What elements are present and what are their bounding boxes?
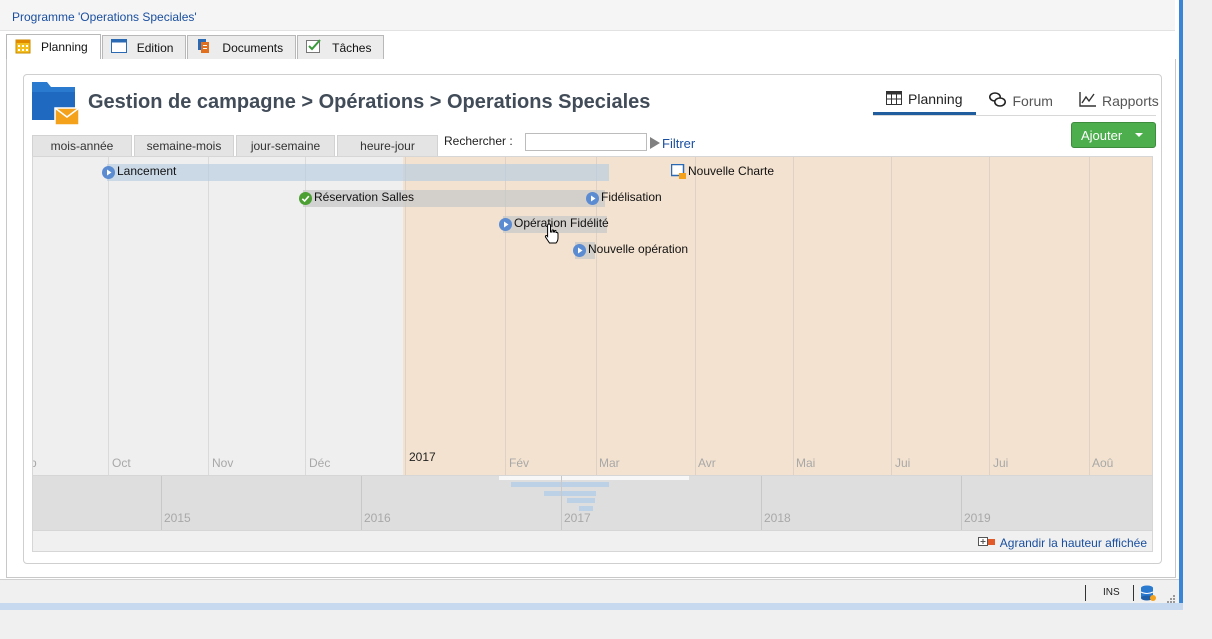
scale-tab-jour-semaine[interactable]: jour-semaine bbox=[236, 135, 335, 156]
view-tab-planning[interactable]: Planning bbox=[873, 86, 976, 115]
documents-icon bbox=[196, 38, 212, 57]
year-gridline bbox=[961, 476, 962, 530]
window-bottom-border bbox=[0, 603, 1183, 610]
overview-year-label: 2015 bbox=[164, 511, 191, 525]
database-icon[interactable] bbox=[1140, 585, 1156, 605]
search-input[interactable] bbox=[525, 133, 647, 151]
view-tab-forum[interactable]: Forum bbox=[976, 86, 1066, 115]
chart-line-icon bbox=[1079, 91, 1096, 110]
grow-link-label: Agrandir la hauteur affichée bbox=[999, 535, 1147, 550]
month-gridline bbox=[208, 157, 209, 475]
tab-label: Tâches bbox=[332, 40, 372, 55]
year-gridline bbox=[361, 476, 362, 530]
year-marker: 2017 bbox=[409, 450, 436, 464]
view-tab-label: Rapports bbox=[1101, 92, 1159, 109]
overview-bar bbox=[567, 498, 595, 503]
document-label[interactable]: Nouvelle Charte bbox=[688, 164, 774, 178]
year-gridline bbox=[561, 476, 562, 530]
month-gridline bbox=[1089, 157, 1090, 475]
month-label: Mai bbox=[796, 456, 816, 470]
play-circle-icon bbox=[586, 192, 599, 205]
play-circle-icon bbox=[573, 244, 586, 257]
overview-viewport[interactable] bbox=[499, 476, 689, 480]
view-tabs-divider bbox=[873, 115, 1156, 116]
year-gridline bbox=[761, 476, 762, 530]
search-label: Rechercher : bbox=[444, 134, 513, 148]
month-label: Nov bbox=[212, 456, 234, 470]
operation-bar-lancement[interactable] bbox=[107, 164, 609, 181]
play-arrow-icon[interactable] bbox=[650, 137, 660, 149]
month-label: Fév bbox=[509, 456, 530, 470]
month-label: Oct bbox=[112, 456, 131, 470]
task-label[interactable]: Réservation Salles bbox=[314, 190, 414, 204]
time-scale-tabs: mois-année semaine-mois jour-semaine heu… bbox=[32, 135, 440, 156]
month-gridline bbox=[989, 157, 990, 475]
tab-taches[interactable]: Tâches bbox=[297, 35, 385, 59]
status-separator bbox=[1085, 585, 1086, 601]
check-circle-icon bbox=[299, 192, 312, 205]
year-gridline bbox=[161, 476, 162, 530]
play-circle-icon bbox=[499, 218, 512, 231]
insert-mode-indicator: INS bbox=[1103, 587, 1120, 598]
grow-height-link[interactable]: Agrandir la hauteur affichée bbox=[977, 535, 1147, 550]
status-bar: INS bbox=[0, 579, 1179, 605]
caret-down-icon bbox=[1135, 133, 1143, 137]
month-label: Jui bbox=[895, 456, 911, 470]
month-gridline bbox=[891, 157, 892, 475]
view-tab-label: Planning bbox=[908, 91, 963, 107]
add-button-label: Ajouter bbox=[1081, 127, 1123, 143]
tab-label: Documents bbox=[222, 40, 284, 55]
operation-label[interactable]: Lancement bbox=[117, 164, 176, 178]
month-gridline bbox=[793, 157, 794, 475]
calendar-icon bbox=[15, 38, 31, 57]
hand-cursor-icon bbox=[544, 223, 559, 244]
month-label: Aoû bbox=[1092, 456, 1114, 470]
month-label: Déc bbox=[309, 456, 331, 470]
filter-link[interactable]: Filtrer bbox=[662, 136, 695, 151]
month-label: p bbox=[33, 456, 37, 470]
scale-tab-semaine-mois[interactable]: semaine-mois bbox=[134, 135, 234, 156]
view-tab-rapports[interactable]: Rapports bbox=[1066, 86, 1172, 115]
scale-tab-mois-annee[interactable]: mois-année bbox=[32, 135, 132, 156]
month-label: Mar bbox=[599, 456, 620, 470]
tab-planning[interactable]: Planning bbox=[6, 34, 101, 59]
timeline-overview[interactable]: 2015 2016 2017 2018 2019 bbox=[32, 476, 1153, 530]
status-separator bbox=[1133, 585, 1134, 601]
tab-label: Planning bbox=[41, 40, 88, 54]
overview-year-label: 2017 bbox=[564, 511, 591, 525]
main-tabs: Planning Edition Documents Tâches bbox=[6, 34, 385, 59]
overview-year-label: 2018 bbox=[764, 511, 791, 525]
tab-documents[interactable]: Documents bbox=[187, 35, 297, 59]
overview-bar bbox=[544, 491, 596, 496]
month-label: Jui bbox=[993, 456, 1009, 470]
campaign-folder-icon bbox=[31, 80, 81, 126]
timeline-gantt[interactable]: p Oct Nov Déc 2017 Fév Mar Avr Mai Jui J… bbox=[32, 156, 1153, 476]
calendar-grid-icon bbox=[886, 90, 902, 108]
month-label: Avr bbox=[698, 456, 716, 470]
tab-label: Edition bbox=[136, 40, 174, 55]
operation-label[interactable]: Fidélisation bbox=[601, 190, 662, 204]
add-button[interactable]: Ajouter bbox=[1071, 122, 1156, 148]
month-gridline bbox=[108, 157, 109, 475]
operation-label[interactable]: Nouvelle opération bbox=[588, 242, 688, 256]
tab-edition[interactable]: Edition bbox=[101, 35, 187, 59]
window-icon bbox=[110, 39, 127, 56]
operation-label[interactable]: Opération Fidélité bbox=[514, 216, 609, 230]
month-gridline bbox=[695, 157, 696, 475]
expand-icon bbox=[977, 535, 996, 550]
overview-year-label: 2016 bbox=[364, 511, 391, 525]
document-icon bbox=[670, 163, 687, 180]
timeline-footer: Agrandir la hauteur affichée bbox=[32, 530, 1153, 552]
overview-year-label: 2019 bbox=[964, 511, 991, 525]
overview-bar bbox=[511, 482, 609, 487]
view-tabs: Planning Forum Rapports bbox=[873, 86, 1172, 115]
forum-icon bbox=[988, 91, 1007, 110]
page-title: Gestion de campagne > Opérations > Opera… bbox=[88, 91, 651, 113]
checklist-icon bbox=[306, 39, 322, 56]
view-tab-label: Forum bbox=[1012, 92, 1053, 109]
play-circle-icon bbox=[102, 166, 115, 179]
scale-tab-heure-jour[interactable]: heure-jour bbox=[337, 135, 438, 156]
program-title: Programme 'Operations Speciales' bbox=[0, 0, 1175, 31]
